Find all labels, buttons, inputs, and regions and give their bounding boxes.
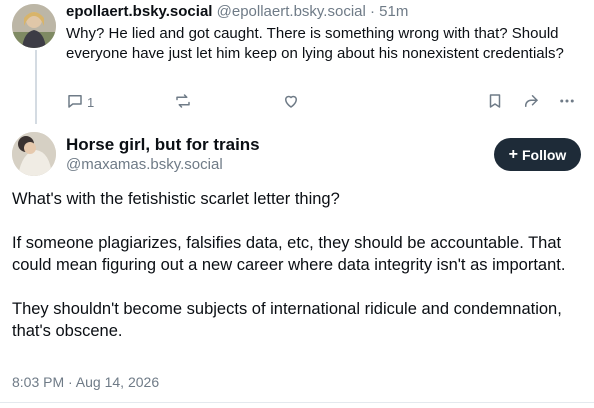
avatar[interactable]: [12, 4, 56, 48]
post-actions: 1: [66, 92, 578, 112]
follow-button[interactable]: + Follow: [494, 138, 581, 171]
bookmark-icon: [486, 92, 504, 113]
main-post: Horse girl, but for trains @maxamas.bsky…: [0, 126, 594, 408]
post-paragraph: They shouldn't become subjects of intern…: [12, 300, 562, 340]
author-name[interactable]: Horse girl, but for trains: [66, 135, 260, 155]
reply-button[interactable]: 1: [66, 92, 94, 112]
post-meta: epollaert.bsky.social @epollaert.bsky.so…: [66, 2, 578, 22]
author-name[interactable]: epollaert.bsky.social: [66, 3, 212, 20]
divider: [0, 402, 594, 403]
post-body: What's with the fetishistic scarlet lett…: [12, 188, 582, 342]
post-paragraph: If someone plagiarizes, falsifies data, …: [12, 234, 566, 274]
meta-separator: ·: [370, 3, 375, 20]
avatar-image: [12, 4, 56, 48]
author-handle[interactable]: @maxamas.bsky.social: [66, 156, 223, 173]
plus-icon: +: [508, 145, 518, 163]
parent-post[interactable]: epollaert.bsky.social @epollaert.bsky.so…: [0, 0, 594, 124]
comment-icon: [66, 92, 84, 113]
post-text: Why? He lied and got caught. There is so…: [66, 25, 564, 62]
more-icon: [558, 92, 576, 113]
avatar[interactable]: [12, 132, 56, 176]
repost-icon: [174, 92, 192, 113]
share-icon: [522, 92, 540, 113]
avatar-image: [12, 132, 56, 176]
reply-count: 1: [87, 94, 95, 110]
post-timestamp[interactable]: 8:03 PM · Aug 14, 2026: [12, 374, 159, 390]
bookmark-button[interactable]: [486, 92, 504, 112]
post-time[interactable]: 51m: [379, 3, 408, 20]
like-button[interactable]: [282, 92, 300, 112]
more-button[interactable]: [558, 92, 576, 112]
post-paragraph: What's with the fetishistic scarlet lett…: [12, 190, 340, 208]
heart-icon: [282, 92, 300, 113]
follow-button-label: Follow: [522, 146, 567, 163]
repost-button[interactable]: [174, 92, 192, 112]
author-handle[interactable]: @epollaert.bsky.social: [217, 3, 366, 20]
share-button[interactable]: [522, 92, 540, 112]
